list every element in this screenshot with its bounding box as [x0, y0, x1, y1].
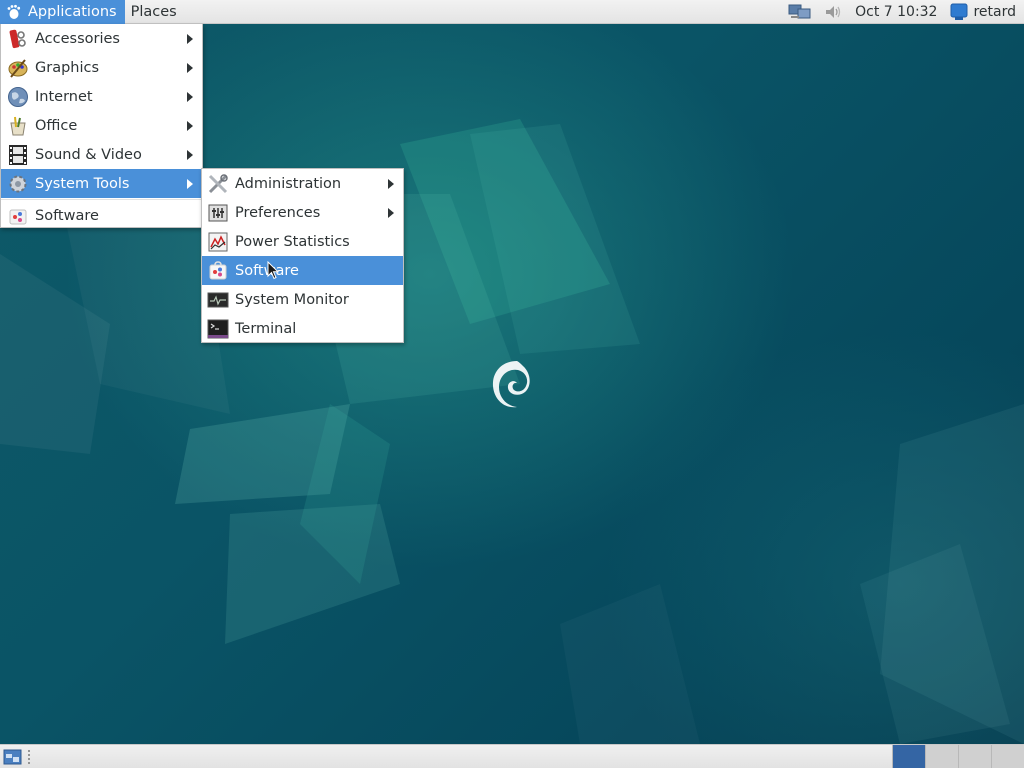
submenu-arrow-icon — [187, 150, 193, 160]
menu-item-administration[interactable]: Administration — [202, 169, 403, 198]
office-icon — [10, 116, 26, 135]
submenu-arrow-icon — [388, 208, 394, 218]
workspace-4[interactable] — [991, 744, 1024, 768]
accessories-icon — [9, 29, 26, 48]
bottom-panel — [0, 744, 1024, 768]
menu-item-label: Preferences — [235, 204, 321, 221]
menu-item-accessories[interactable]: Accessories — [1, 24, 202, 53]
places-label: Places — [130, 3, 177, 20]
submenu-arrow-icon — [187, 92, 193, 102]
menu-item-label: System Monitor — [235, 291, 349, 308]
menu-item-sound-video[interactable]: Sound & Video — [1, 140, 202, 169]
sound-video-icon — [9, 144, 27, 165]
menu-item-label: Software — [35, 207, 99, 224]
menu-item-preferences[interactable]: Preferences — [202, 198, 403, 227]
applications-menu-button[interactable]: Applications — [0, 0, 125, 24]
user-icon — [950, 3, 968, 20]
user-menu[interactable]: retard — [944, 0, 1024, 24]
workspace-3[interactable] — [958, 744, 991, 768]
submenu-arrow-icon — [388, 179, 394, 189]
panel-tray: Oct 7 10:32 retard — [782, 0, 1024, 24]
workspace-1[interactable] — [892, 744, 925, 768]
system-tools-submenu: Administration Preferences Power Statist… — [201, 168, 404, 343]
menu-item-internet[interactable]: Internet — [1, 82, 202, 111]
menu-item-label: Graphics — [35, 59, 100, 76]
menu-item-label: Accessories — [35, 30, 120, 47]
user-name: retard — [973, 3, 1016, 20]
administration-icon — [208, 173, 228, 193]
menu-item-label: Sound & Video — [35, 146, 142, 163]
submenu-arrow-icon — [187, 63, 193, 73]
panel-grip[interactable] — [27, 748, 31, 765]
terminal-icon — [207, 319, 229, 338]
menu-item-label: Software — [235, 262, 299, 279]
network-status[interactable] — [782, 0, 818, 24]
network-icon — [788, 4, 811, 18]
volume-icon — [826, 5, 841, 18]
applications-label: Applications — [28, 3, 117, 20]
top-panel: Applications Places Oct 7 10:32 retard — [0, 0, 1024, 24]
menu-item-label: Power Statistics — [235, 233, 350, 250]
submenu-arrow-icon — [187, 121, 193, 131]
software-icon — [9, 209, 27, 224]
power-statistics-icon — [208, 232, 228, 251]
menu-item-label: Administration — [235, 175, 342, 192]
places-menu-button[interactable]: Places — [125, 0, 185, 24]
clock[interactable]: Oct 7 10:32 — [848, 4, 944, 20]
menu-item-system-monitor[interactable]: System Monitor — [202, 285, 403, 314]
menu-item-label: Internet — [35, 88, 93, 105]
menu-item-label: System Tools — [35, 175, 130, 192]
menu-item-graphics[interactable]: Graphics — [1, 53, 202, 82]
preferences-icon — [208, 204, 228, 221]
internet-icon — [8, 86, 28, 107]
menu-item-system-tools[interactable]: System Tools — [1, 169, 202, 198]
software-icon — [209, 260, 227, 279]
menu-item-label: Terminal — [235, 320, 297, 337]
debian-logo — [492, 361, 530, 408]
workspace-2[interactable] — [925, 744, 958, 768]
submenu-arrow-icon — [187, 179, 193, 189]
system-monitor-icon — [207, 292, 229, 307]
debian-foot-icon — [7, 4, 21, 19]
menu-item-office[interactable]: Office — [1, 111, 202, 140]
volume-control[interactable] — [818, 0, 848, 24]
graphics-icon — [8, 58, 28, 78]
menu-separator — [1, 199, 202, 200]
menu-item-software[interactable]: Software — [1, 201, 202, 230]
applications-menu: Accessories Graphics Internet Office Sou… — [0, 24, 203, 228]
menu-item-software-tools[interactable]: Software — [202, 256, 403, 285]
menu-item-label: Office — [35, 117, 78, 134]
system-tools-icon — [9, 175, 27, 192]
menu-item-power-statistics[interactable]: Power Statistics — [202, 227, 403, 256]
workspace-switcher — [892, 744, 1024, 768]
submenu-arrow-icon — [187, 34, 193, 44]
menu-item-terminal[interactable]: Terminal — [202, 314, 403, 343]
show-desktop-icon[interactable] — [3, 748, 23, 766]
